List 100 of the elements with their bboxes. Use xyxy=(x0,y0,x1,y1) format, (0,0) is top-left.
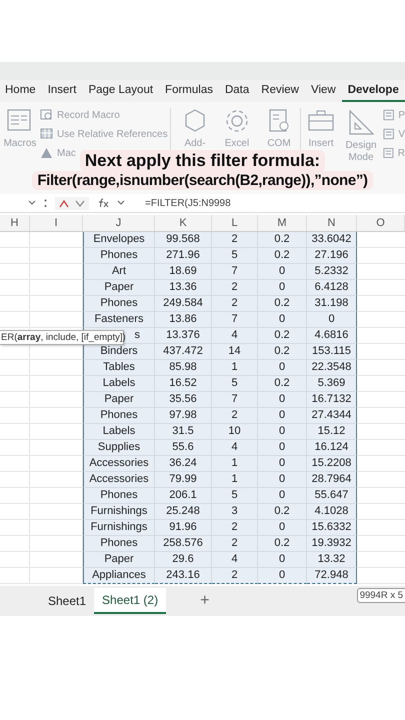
table-cell: 0 xyxy=(258,312,307,328)
table-cell: 1 xyxy=(212,472,258,488)
table-cell: 13.86 xyxy=(155,312,212,328)
table-cell: 0 xyxy=(258,552,307,568)
column-header[interactable]: O xyxy=(357,215,405,231)
table-cell: 0 xyxy=(258,488,307,504)
table-cell: 14 xyxy=(212,344,258,360)
ribbon-tab[interactable]: Page Layout xyxy=(82,80,160,102)
table-icon xyxy=(40,128,53,140)
ribbon-tab[interactable]: Insert xyxy=(42,80,82,102)
table-cell: 0 xyxy=(258,360,307,376)
table-cell: 3 xyxy=(212,504,258,520)
more-icon[interactable] xyxy=(44,198,47,208)
table-cell: 0 xyxy=(258,456,307,472)
ribbon-tab[interactable]: Home xyxy=(0,80,42,102)
table-cell: 16.52 xyxy=(155,376,212,392)
ribbon-tab[interactable]: Review xyxy=(255,80,305,102)
table-cell: 16.124 xyxy=(307,440,357,456)
ribbon-tab[interactable]: Formulas xyxy=(159,80,219,102)
table-cell: Art xyxy=(83,264,155,280)
table-cell: 7 xyxy=(212,264,258,280)
table-cell: 0.2 xyxy=(258,376,307,392)
add-sheet-button[interactable]: + xyxy=(196,592,214,610)
function-icon[interactable] xyxy=(97,198,109,208)
table-cell: 5 xyxy=(212,488,258,504)
table-cell: 0.2 xyxy=(258,328,307,344)
table-cell: Paper xyxy=(83,280,155,296)
table-cell: 0 xyxy=(258,520,307,536)
formula-field[interactable]: =FILTER(J5:N9998 xyxy=(145,198,231,208)
table-cell: Labels xyxy=(83,376,155,392)
column-header[interactable]: I xyxy=(30,215,83,231)
table-cell: 0 xyxy=(258,440,307,456)
table-cell: 5 xyxy=(212,376,258,392)
sheet-tab[interactable]: Sheet1 (2) xyxy=(94,588,166,614)
chevron-down-icon xyxy=(117,200,125,206)
record-icon xyxy=(40,109,53,121)
table-cell: 15.6332 xyxy=(307,520,357,536)
column-header[interactable]: H xyxy=(0,215,30,231)
table-cell: 0 xyxy=(258,424,307,440)
column-header[interactable]: K xyxy=(155,215,212,231)
table-cell: 18.69 xyxy=(155,264,212,280)
table-cell: 0.2 xyxy=(258,344,307,360)
table-cell: 4.1028 xyxy=(307,504,357,520)
table-cell: 97.98 xyxy=(155,408,212,424)
table-cell: 7 xyxy=(212,312,258,328)
selection-size-label: 9994R x 5 xyxy=(356,588,405,603)
table-cell: Phones xyxy=(83,536,155,552)
table-cell: 7 xyxy=(212,392,258,408)
table-cell: 35.56 xyxy=(155,392,212,408)
table-cell: 1 xyxy=(212,456,258,472)
table-cell: 16.7132 xyxy=(307,392,357,408)
table-cell: 0.2 xyxy=(258,536,307,552)
column-header[interactable]: N xyxy=(307,215,357,231)
table-cell: 1 xyxy=(212,360,258,376)
table-cell: 5 xyxy=(212,248,258,264)
table-cell: 28.7964 xyxy=(307,472,357,488)
properties-icon xyxy=(383,109,394,121)
table-cell: 0 xyxy=(258,264,307,280)
table-cell: 55.6 xyxy=(155,440,212,456)
properties-icon xyxy=(383,147,394,159)
table-cell: 2 xyxy=(212,280,258,296)
table-cell: 55.647 xyxy=(307,488,357,504)
ribbon-tab[interactable]: View xyxy=(305,80,342,102)
table-cell: 0 xyxy=(307,312,357,328)
table-cell: Labels xyxy=(83,424,155,440)
table-cell: 271.96 xyxy=(155,248,212,264)
table-cell: Fasteners xyxy=(83,312,155,328)
table-cell: 15.12 xyxy=(307,424,357,440)
table-cell: 153.115 xyxy=(307,344,357,360)
table-cell: 4 xyxy=(212,440,258,456)
table-cell: Phones xyxy=(83,488,155,504)
ribbon-tab[interactable]: Data xyxy=(218,80,256,102)
table-cell: 13.32 xyxy=(307,552,357,568)
table-cell: Phones xyxy=(83,296,155,312)
table-cell: Paper xyxy=(83,552,155,568)
table-cell: 0 xyxy=(258,408,307,424)
table-cell: Paper xyxy=(83,392,155,408)
table-cell: Appliances xyxy=(83,568,155,584)
table-cell: Phones xyxy=(83,408,155,424)
table-cell: 0 xyxy=(258,392,307,408)
table-cell: 206.1 xyxy=(155,488,212,504)
table-cell: Furnishings xyxy=(83,504,155,520)
column-header[interactable]: M xyxy=(258,215,307,231)
table-cell: 258.576 xyxy=(155,536,212,552)
table-cell: Accessories xyxy=(83,456,155,472)
properties-icon xyxy=(383,128,394,140)
table-cell: 33.6042 xyxy=(307,232,357,248)
caption-text: Filter(range,isnumber(search(B2,range)),”none”) xyxy=(32,171,373,190)
table-cell: 15.2208 xyxy=(307,456,357,472)
column-header[interactable]: J xyxy=(83,215,155,231)
table-cell: 0 xyxy=(258,568,307,584)
gear-icon xyxy=(224,108,250,134)
table-cell: 36.24 xyxy=(155,456,212,472)
table-cell: 27.196 xyxy=(307,248,357,264)
table-cell: 0 xyxy=(258,280,307,296)
table-cell: 91.96 xyxy=(155,520,212,536)
column-header[interactable]: L xyxy=(212,215,258,231)
table-cell: 0.2 xyxy=(258,232,307,248)
table-cell: 25.248 xyxy=(155,504,212,520)
sheet-tab[interactable]: Sheet1 xyxy=(40,588,94,614)
